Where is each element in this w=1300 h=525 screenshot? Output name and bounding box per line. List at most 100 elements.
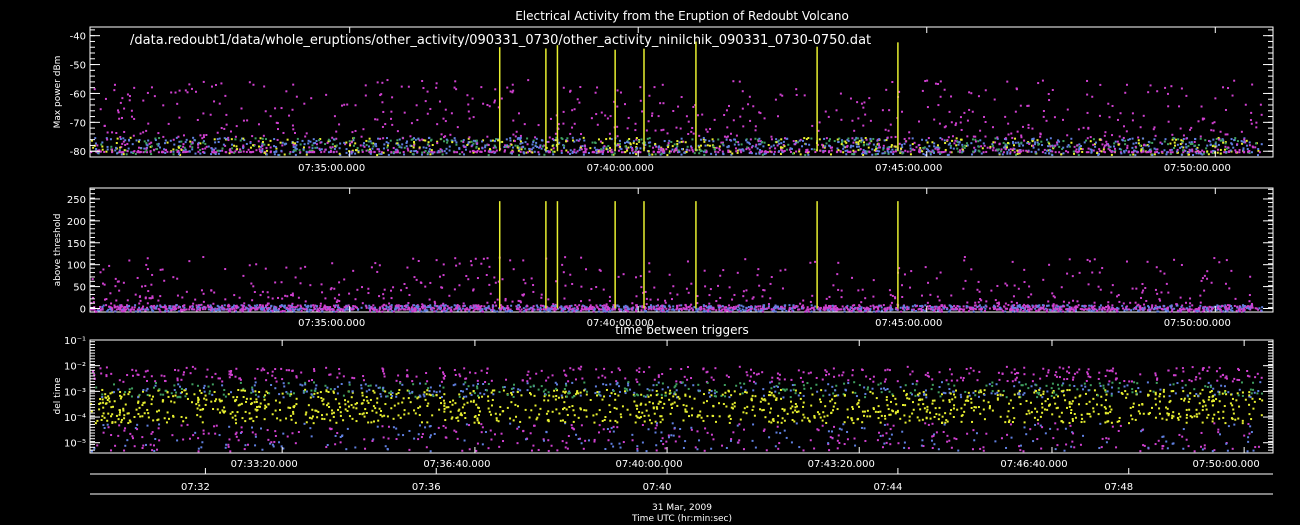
- data-point: [121, 305, 124, 308]
- data-point: [172, 138, 175, 141]
- x-tick-label: 07:45:00.000: [875, 163, 942, 174]
- data-point: [616, 304, 619, 307]
- data-point: [1254, 146, 1257, 149]
- data-point: [1205, 307, 1208, 310]
- data-point: [395, 151, 398, 154]
- data-point: [802, 299, 805, 302]
- data-point: [435, 259, 438, 262]
- data-point: [822, 151, 825, 154]
- data-point: [501, 305, 504, 308]
- data-point: [1016, 152, 1019, 155]
- data-point: [482, 102, 485, 105]
- data-point: [1099, 304, 1102, 307]
- data-point: [589, 147, 592, 150]
- data-point: [825, 142, 828, 145]
- data-point: [858, 304, 861, 307]
- data-point: [227, 305, 230, 308]
- data-point: [909, 286, 912, 289]
- data-point: [708, 302, 711, 305]
- data-point: [930, 308, 933, 311]
- data-point: [1199, 301, 1202, 304]
- data-point: [1248, 300, 1251, 303]
- data-point: [476, 142, 479, 145]
- data-point: [374, 262, 377, 265]
- data-point: [599, 269, 602, 272]
- data-point: [146, 144, 149, 147]
- data-point: [164, 149, 167, 152]
- data-point: [369, 140, 372, 143]
- data-point: [106, 145, 109, 148]
- data-point: [291, 302, 294, 305]
- data-point: [1102, 150, 1105, 153]
- data-point: [283, 306, 286, 309]
- data-point: [1173, 147, 1176, 150]
- data-point: [299, 267, 302, 270]
- data-point: [410, 122, 413, 125]
- data-point: [799, 302, 802, 305]
- data-point: [595, 151, 598, 154]
- data-point: [690, 146, 693, 149]
- data-point: [616, 89, 619, 92]
- data-point: [920, 294, 923, 297]
- data-point: [558, 141, 561, 144]
- data-point: [573, 122, 576, 125]
- data-point: [129, 136, 132, 139]
- data-point: [311, 147, 314, 150]
- data-point: [428, 148, 431, 151]
- data-point: [635, 153, 638, 156]
- data-point: [1231, 307, 1234, 310]
- data-point: [121, 97, 124, 100]
- data-point: [182, 151, 185, 154]
- data-point: [770, 276, 773, 279]
- data-point: [1185, 137, 1188, 140]
- data-point: [436, 142, 439, 145]
- data-point: [933, 309, 936, 312]
- data-point: [837, 261, 840, 264]
- data-point: [391, 310, 394, 313]
- data-point: [739, 115, 742, 118]
- data-point: [822, 146, 825, 149]
- data-point: [100, 143, 103, 146]
- data-point: [431, 144, 434, 147]
- data-point: [1092, 143, 1095, 146]
- data-point: [626, 149, 629, 152]
- data-point: [116, 109, 119, 112]
- data-point: [992, 141, 995, 144]
- data-point: [214, 309, 217, 312]
- data-point: [475, 307, 478, 310]
- data-point: [142, 99, 145, 102]
- data-point: [671, 148, 674, 151]
- data-point: [435, 310, 438, 313]
- data-point: [496, 310, 499, 313]
- data-point: [1062, 140, 1065, 143]
- data-point: [1099, 288, 1102, 291]
- data-point: [1214, 142, 1217, 145]
- data-point: [616, 135, 619, 138]
- data-point: [1016, 130, 1019, 133]
- data-point: [194, 298, 197, 301]
- data-point: [608, 299, 611, 302]
- data-point: [745, 306, 748, 309]
- data-point: [1004, 115, 1007, 118]
- data-point: [898, 142, 901, 145]
- data-point: [605, 304, 608, 307]
- data-point: [1027, 123, 1030, 126]
- data-point: [852, 145, 855, 148]
- data-point: [382, 297, 385, 300]
- data-point: [262, 134, 265, 137]
- data-point: [962, 305, 965, 308]
- data-point: [295, 95, 298, 98]
- data-point: [1102, 148, 1105, 151]
- data-point: [1156, 306, 1159, 309]
- data-point: [362, 142, 365, 145]
- data-point: [348, 140, 351, 143]
- data-point: [1020, 134, 1023, 137]
- data-point: [113, 83, 116, 86]
- data-point: [746, 141, 749, 144]
- data-point: [662, 128, 665, 131]
- data-point: [965, 142, 968, 145]
- data-point: [662, 102, 665, 105]
- data-point: [292, 150, 295, 153]
- data-point: [526, 305, 529, 308]
- data-point: [721, 150, 724, 153]
